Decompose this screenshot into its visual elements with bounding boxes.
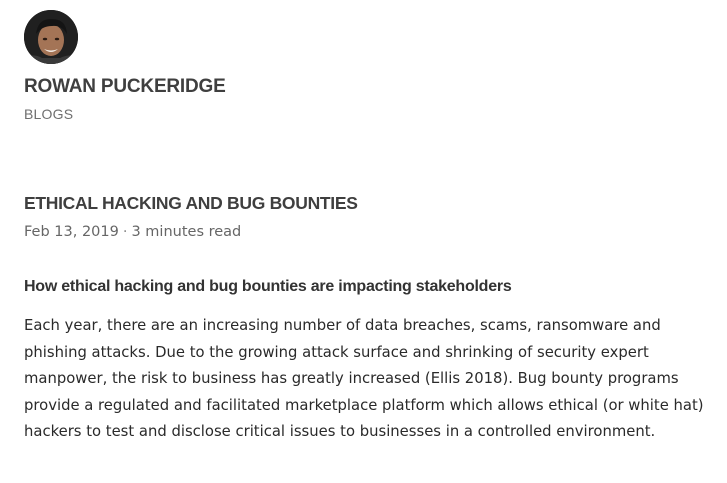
meta-separator: · [122,224,128,240]
profile-photo-icon [24,10,78,64]
blog-post: ETHICAL HACKING AND BUG BOUNTIES Feb 13,… [24,191,709,446]
post-subtitle: How ethical hacking and bug bounties are… [24,278,512,295]
nav-link-blogs[interactable]: BLOGS [24,106,73,122]
post-paragraph: Each year, there are an increasing numbe… [24,317,704,440]
post-meta: Feb 13, 2019 · 3 minutes read [24,222,709,242]
avatar[interactable] [24,10,78,64]
post-date: Feb 13, 2019 [24,224,119,240]
post-title: ETHICAL HACKING AND BUG BOUNTIES [24,193,358,213]
site-title[interactable]: ROWAN PUCKERIDGE [24,76,226,98]
post-read-time: 3 minutes read [131,224,242,240]
